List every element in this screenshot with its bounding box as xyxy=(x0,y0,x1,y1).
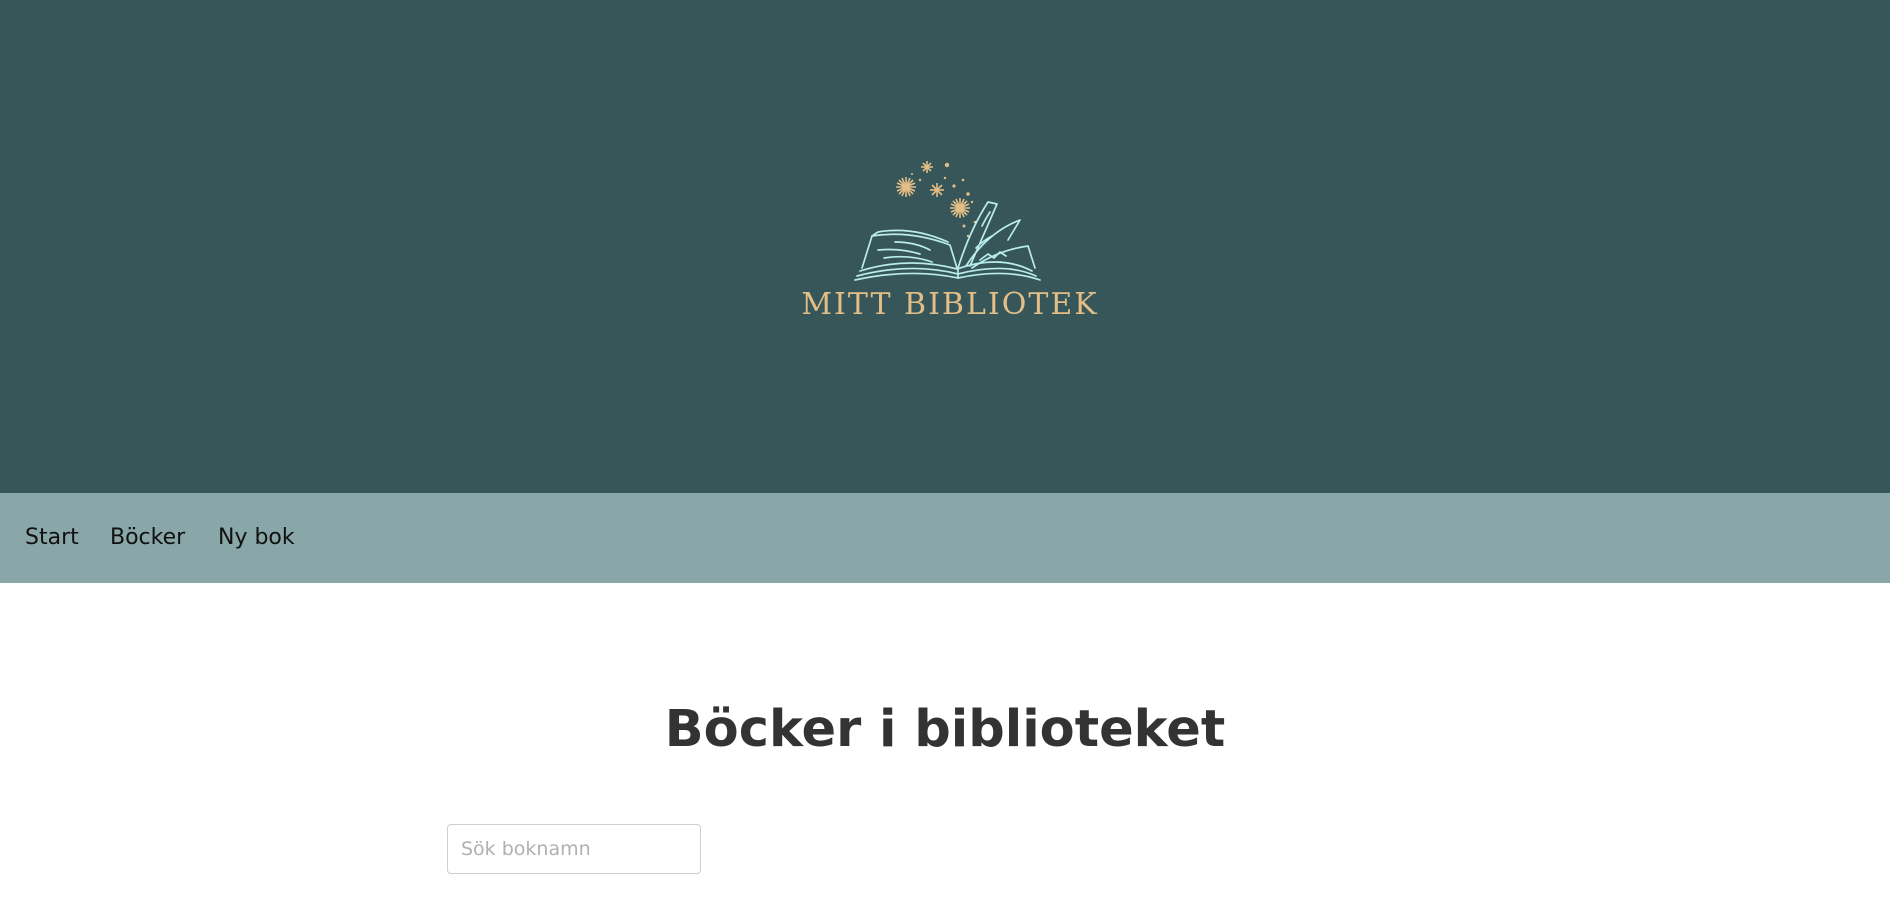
nav-item-new-book[interactable]: Ny bok xyxy=(218,525,295,550)
page-title: Böcker i biblioteket xyxy=(664,700,1226,759)
logo-text: MITT BIBLIOTEK xyxy=(801,287,1099,322)
header-banner: MITT BIBLIOTEK xyxy=(0,0,1890,493)
open-book-with-sparkles-icon xyxy=(854,161,1041,281)
main-navbar: Start Böcker Ny bok xyxy=(0,493,1890,583)
site-logo[interactable]: MITT BIBLIOTEK xyxy=(800,150,1100,330)
search-input[interactable] xyxy=(447,824,701,874)
nav-item-books[interactable]: Böcker xyxy=(110,525,185,550)
nav-item-start[interactable]: Start xyxy=(25,525,79,550)
